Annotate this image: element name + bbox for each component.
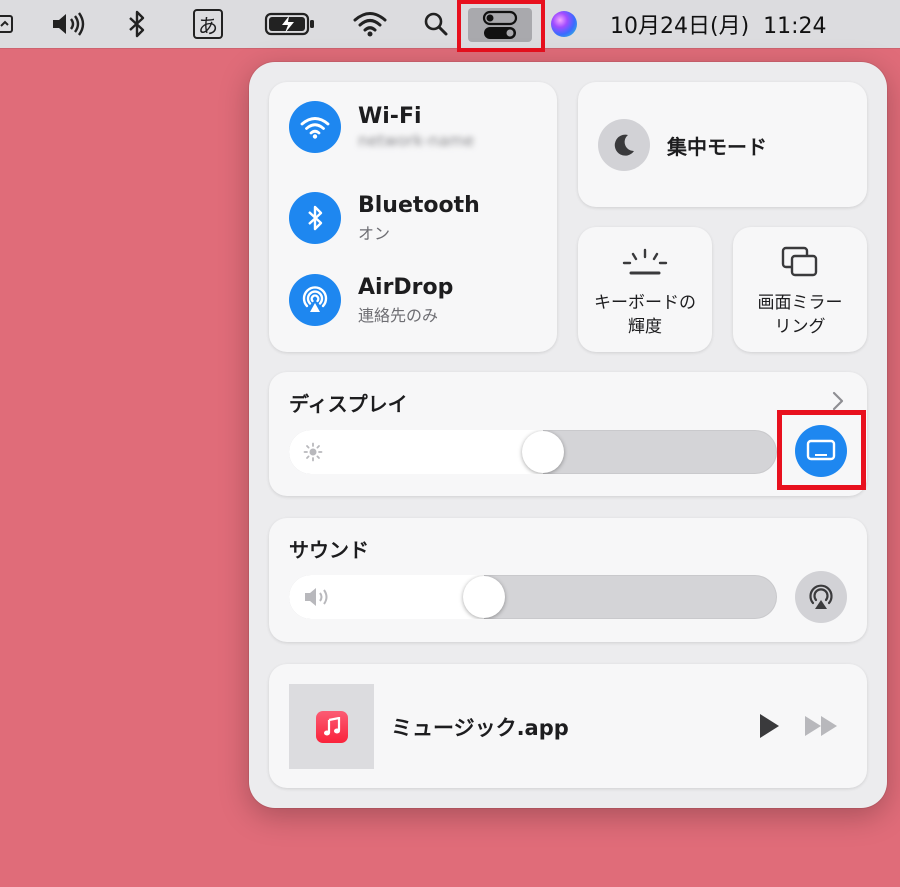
- bluetooth-toggle-icon[interactable]: [289, 192, 341, 244]
- screenshot-icon[interactable]: [0, 0, 16, 48]
- network-tile: Wi-Fi network-name Bluetooth オン AirDrop …: [269, 82, 557, 352]
- brightness-slider-fill: [289, 430, 543, 474]
- bluetooth-row[interactable]: Bluetooth オン: [289, 190, 480, 246]
- volume-slider[interactable]: [289, 575, 777, 619]
- moon-icon: [598, 119, 650, 171]
- sun-icon: [303, 442, 323, 466]
- menu-bar: あ 10月24日(月) 11:24: [0, 0, 900, 52]
- wifi-title: Wi-Fi: [358, 104, 422, 129]
- screen-mirroring-icon: [733, 245, 867, 279]
- keyboard-brightness-label-line1: キーボードの: [594, 293, 696, 313]
- brightness-slider-knob[interactable]: [522, 431, 564, 473]
- wifi-network-name: network-name: [358, 131, 475, 150]
- clock[interactable]: 10月24日(月) 11:24: [610, 0, 870, 48]
- wifi-row[interactable]: Wi-Fi network-name: [289, 99, 474, 155]
- display-title: ディスプレイ: [289, 392, 408, 416]
- screen-mirroring-label-line1: 画面ミラー: [757, 293, 843, 313]
- audio-airplay-icon[interactable]: [795, 571, 847, 623]
- keyboard-brightness-tile[interactable]: キーボードの 輝度: [578, 227, 712, 352]
- play-icon[interactable]: [757, 712, 781, 744]
- now-playing-tile: ミュージック.app: [269, 664, 867, 788]
- airdrop-row[interactable]: AirDrop 連絡先のみ: [289, 272, 453, 328]
- sound-tile: サウンド: [269, 518, 867, 642]
- album-art: [289, 684, 374, 769]
- input-method-icon[interactable]: あ: [191, 0, 225, 48]
- screen-mirroring-label: 画面ミラー リング: [733, 291, 867, 339]
- now-playing-app-name: ミュージック.app: [391, 716, 569, 740]
- focus-label: 集中モード: [667, 134, 767, 159]
- bluetooth-status: オン: [358, 223, 391, 243]
- date-time-label: 10月24日(月) 11:24: [610, 14, 827, 39]
- wifi-icon[interactable]: [350, 0, 390, 48]
- volume-slider-knob[interactable]: [463, 576, 505, 618]
- screen-mirroring-tile[interactable]: 画面ミラー リング: [733, 227, 867, 352]
- spotlight-search-icon[interactable]: [421, 0, 451, 48]
- control-center-highlight: [457, 0, 545, 52]
- battery-icon[interactable]: [262, 0, 318, 48]
- airdrop-toggle-icon[interactable]: [289, 274, 341, 326]
- music-app-icon: [315, 710, 348, 743]
- fast-forward-icon[interactable]: [803, 714, 841, 742]
- focus-tile[interactable]: 集中モード: [578, 82, 867, 207]
- sound-title: サウンド: [289, 538, 369, 562]
- keyboard-brightness-icon: [578, 247, 712, 279]
- input-method-label: あ: [193, 9, 223, 39]
- siri-icon[interactable]: [549, 0, 579, 48]
- brightness-slider[interactable]: [289, 430, 777, 474]
- keyboard-brightness-label: キーボードの 輝度: [578, 291, 712, 339]
- speaker-icon: [303, 586, 333, 612]
- wifi-toggle-icon[interactable]: [289, 101, 341, 153]
- bluetooth-title: Bluetooth: [358, 192, 480, 218]
- bluetooth-icon[interactable]: [122, 0, 152, 48]
- screen-mirroring-label-line2: リング: [774, 317, 826, 337]
- display-button-highlight: [777, 410, 866, 490]
- airdrop-title: AirDrop: [358, 274, 454, 300]
- volume-icon[interactable]: [47, 0, 91, 48]
- keyboard-brightness-label-line2: 輝度: [628, 317, 662, 337]
- airdrop-status: 連絡先のみ: [358, 305, 439, 325]
